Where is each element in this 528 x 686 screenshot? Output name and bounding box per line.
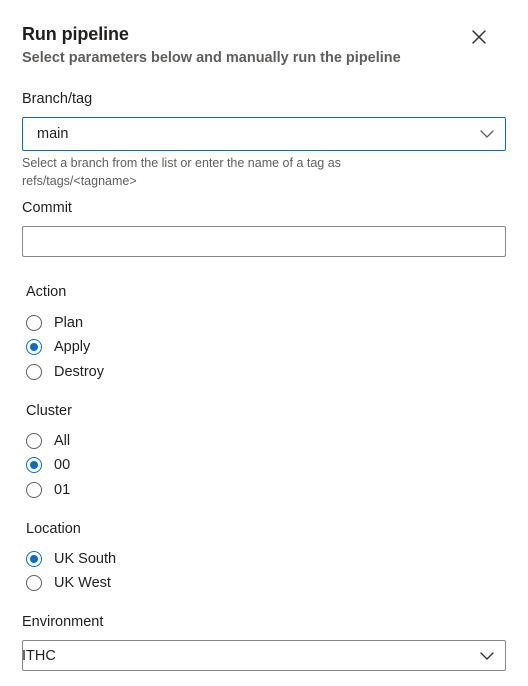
action-option-destroy[interactable]: Destroy <box>26 362 104 382</box>
dialog-title: Run pipeline <box>22 24 129 44</box>
action-label: Action <box>26 284 67 300</box>
dialog-subtitle: Select parameters below and manually run… <box>22 50 401 66</box>
radio-unchecked <box>26 482 42 498</box>
radio-label: All <box>54 433 71 449</box>
environment-label: Environment <box>22 614 104 630</box>
radio-unchecked <box>26 315 42 331</box>
cluster-option-all[interactable]: All <box>26 431 70 451</box>
radio-label: 01 <box>54 482 71 498</box>
radio-checked <box>26 551 42 567</box>
branch-helper-text: Select a branch from the list or enter t… <box>22 156 341 188</box>
environment-select[interactable]: ITHC <box>22 640 506 671</box>
radio-unchecked <box>26 433 42 449</box>
close-button[interactable] <box>466 24 492 50</box>
radio-label: 00 <box>54 457 71 473</box>
commit-input[interactable] <box>22 226 506 257</box>
environment-value: ITHC <box>22 648 56 664</box>
radio-checked <box>26 339 42 355</box>
radio-label: Destroy <box>54 364 104 380</box>
environment-value-text: ITHC <box>22 647 56 664</box>
radio-label: UK South <box>54 551 117 567</box>
action-option-plan[interactable]: Plan <box>26 313 83 333</box>
close-icon <box>472 30 486 44</box>
location-option-uk-west[interactable]: UK West <box>26 573 111 593</box>
location-label: Location <box>26 521 81 537</box>
branch-label: Branch/tag <box>22 91 93 107</box>
radio-label: Plan <box>54 315 84 331</box>
cluster-option-00[interactable]: 00 <box>26 455 70 475</box>
chevron-down-icon <box>480 130 494 138</box>
cluster-option-01[interactable]: 01 <box>26 480 70 500</box>
radio-unchecked <box>26 575 42 591</box>
radio-checked <box>26 457 42 473</box>
branch-select[interactable]: main <box>22 117 506 151</box>
radio-label: UK West <box>54 575 111 591</box>
radio-unchecked <box>26 364 42 380</box>
commit-label: Commit <box>22 200 72 216</box>
branch-value: main <box>37 126 69 142</box>
chevron-down-icon <box>480 652 494 660</box>
radio-label: Apply <box>54 339 91 355</box>
cluster-label: Cluster <box>26 403 72 419</box>
location-option-uk-south[interactable]: UK South <box>26 549 116 569</box>
run-pipeline-panel: Run pipeline Select parameters below and… <box>0 0 528 686</box>
action-option-apply[interactable]: Apply <box>26 337 90 357</box>
